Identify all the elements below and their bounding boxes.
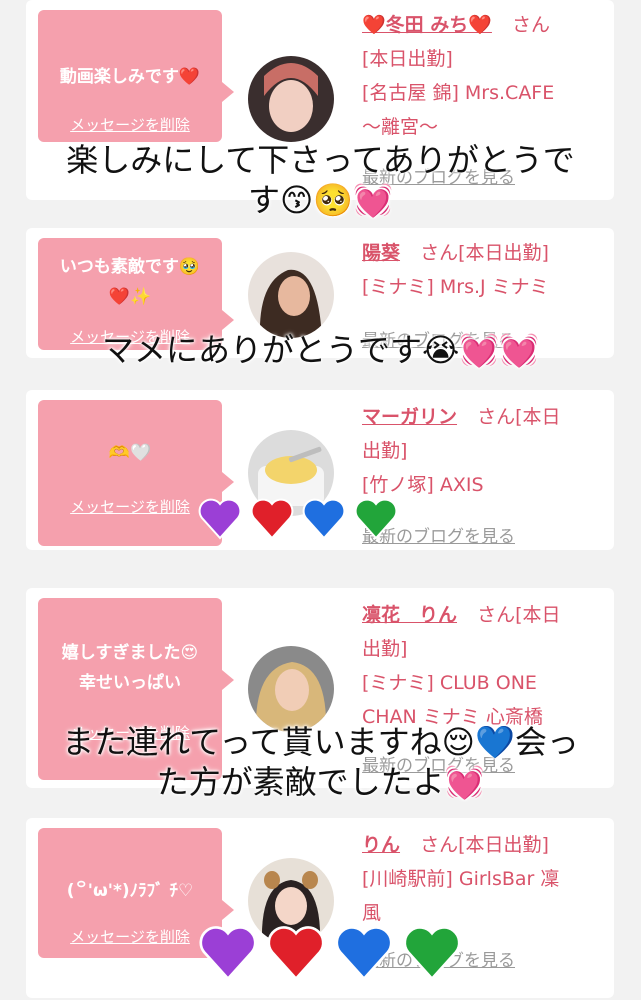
avatar[interactable] xyxy=(248,646,334,732)
honorific: さん xyxy=(511,14,550,36)
message-card-2: いつも素敵です🥹 ❤️✨ メッセージを削除 陽葵 さん[本日出勤] [ミナミ] … xyxy=(26,228,614,358)
cast-info: マーガリン さん[本日 出勤] [竹ノ塚] AXIS xyxy=(362,400,602,502)
cast-name-link[interactable]: ❤️冬田 みち❤️ xyxy=(362,14,492,36)
delete-message-link[interactable]: メッセージを削除 xyxy=(38,326,222,347)
cast-info: ❤️冬田 みち❤️ さん [本日出勤] [名古屋 錦] Mrs.CAFE 〜離宮… xyxy=(362,8,602,144)
green-heart-icon xyxy=(354,498,398,540)
message-card-4: 嬉しすぎました😍 幸せいっぱい メッセージを削除 凛花 りん さん[本日 出勤]… xyxy=(26,588,614,788)
cast-name-link[interactable]: りん xyxy=(362,834,400,856)
avatar[interactable] xyxy=(248,56,334,142)
message-text: 🫶🤍 xyxy=(108,443,152,463)
cast-detail: [本日出勤] [名古屋 錦] Mrs.CAFE 〜離宮〜 xyxy=(362,48,555,138)
delete-message-link[interactable]: メッセージを削除 xyxy=(38,496,222,517)
latest-blog-link[interactable]: 最新のブログを見る xyxy=(362,326,515,351)
blue-heart-icon xyxy=(335,926,393,981)
message-bubble: 🫶🤍 メッセージを削除 xyxy=(38,400,234,546)
cast-detail: [ミナミ] Mrs.J ミナミ xyxy=(362,276,549,298)
latest-blog-link[interactable]: 最新のブログを見る xyxy=(362,163,515,188)
cast-name-link[interactable]: 陽葵 xyxy=(362,242,400,264)
cast-info: りん さん[本日出勤] [川崎駅前] GirlsBar 凜 風 xyxy=(362,828,602,930)
message-bubble: 動画楽しみです❤️ メッセージを削除 xyxy=(38,10,234,142)
delete-message-link[interactable]: メッセージを削除 xyxy=(38,114,222,135)
blue-heart-icon xyxy=(302,498,346,540)
honorific: さん[本日出勤] xyxy=(420,242,549,264)
message-text: 動画楽しみです❤️ xyxy=(59,67,201,87)
heart-sticker-row-2 xyxy=(196,920,464,984)
message-bubble: いつも素敵です🥹 ❤️✨ メッセージを削除 xyxy=(38,238,234,350)
purple-heart-icon xyxy=(199,926,257,981)
avatar[interactable] xyxy=(248,252,334,338)
honorific: さん[本日出勤] xyxy=(420,834,549,856)
cast-name-link[interactable]: 凛花 りん xyxy=(362,604,457,626)
heart-sticker-row-1 xyxy=(196,494,400,542)
message-text: 嬉しすぎました😍 幸せいっぱい xyxy=(61,643,199,693)
delete-message-link[interactable]: メッセージを削除 xyxy=(38,722,222,743)
red-heart-icon xyxy=(267,926,325,981)
cast-name-link[interactable]: マーガリン xyxy=(362,406,457,428)
delete-message-link[interactable]: メッセージを削除 xyxy=(38,926,222,947)
message-card-1: 動画楽しみです❤️ メッセージを削除 ❤️冬田 みち❤️ さん [本日出勤] [… xyxy=(26,0,614,200)
cast-detail: [ミナミ] CLUB ONE CHAN ミナミ 心斎橋 xyxy=(362,672,543,728)
message-text: いつも素敵です🥹 ❤️✨ xyxy=(59,257,201,307)
message-bubble: (꒪'ω'*)ﾉﾗﾌﾞ ﾁ♡ メッセージを削除 xyxy=(38,828,234,958)
message-text: (꒪'ω'*)ﾉﾗﾌﾞ ﾁ♡ xyxy=(66,881,194,901)
message-bubble: 嬉しすぎました😍 幸せいっぱい メッセージを削除 xyxy=(38,598,234,780)
latest-blog-link[interactable]: 最新のブログを見る xyxy=(362,751,515,776)
green-heart-icon xyxy=(403,926,461,981)
purple-heart-icon xyxy=(198,498,242,540)
red-heart-icon xyxy=(250,498,294,540)
cast-info: 凛花 りん さん[本日 出勤] [ミナミ] CLUB ONE CHAN ミナミ … xyxy=(362,598,602,734)
cast-info: 陽葵 さん[本日出勤] [ミナミ] Mrs.J ミナミ xyxy=(362,236,602,304)
